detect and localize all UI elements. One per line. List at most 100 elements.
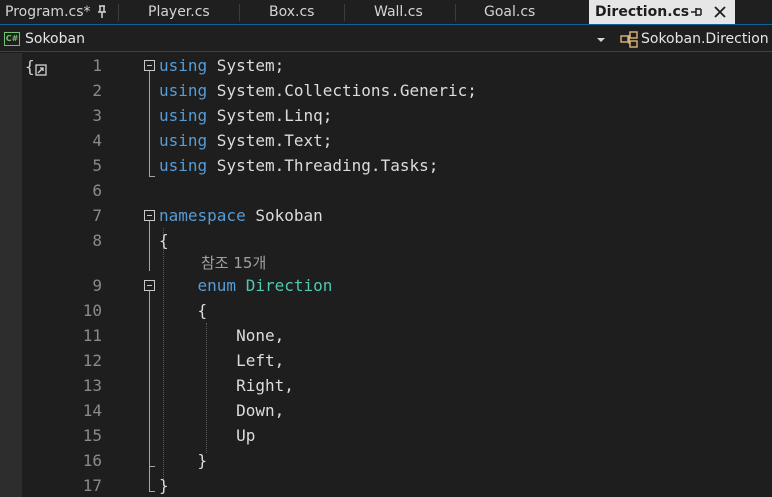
code-line: 4 using System.Text;	[0, 128, 772, 153]
code-line: 11 None,	[0, 323, 772, 348]
code-line: 1 using System;	[0, 53, 772, 78]
plain-token: None,	[159, 326, 285, 345]
line-number: 7	[92, 206, 102, 225]
code-text: {	[159, 298, 208, 323]
line-number: 3	[92, 106, 102, 125]
tab-label: Direction.cs	[595, 4, 690, 20]
code-text: Down,	[159, 398, 284, 423]
line-number: 11	[82, 326, 102, 345]
tab-wall-cs[interactable]: Wall.cs	[345, 0, 455, 24]
plain-token: {	[159, 231, 169, 250]
plain-token: Up	[159, 426, 256, 445]
plain-token: System.Linq;	[207, 106, 333, 125]
tab-program-cs[interactable]: Program.cs*	[0, 0, 118, 24]
code-editor[interactable]: { 1 using System; 2 using System.Collect…	[0, 53, 772, 497]
code-text: using System.Linq;	[159, 103, 332, 128]
code-text: {	[159, 228, 169, 253]
line-number: 6	[92, 181, 102, 200]
code-line: 16 }	[0, 448, 772, 473]
plain-token: {	[159, 301, 208, 320]
tab-label: Box.cs	[269, 4, 315, 20]
line-number: 13	[82, 376, 102, 395]
plain-token: Left,	[159, 351, 285, 370]
csharp-project-icon: C#	[4, 32, 20, 46]
code-line: 9 enum Direction	[0, 273, 772, 298]
code-text: }	[159, 448, 208, 473]
code-text: Up	[159, 423, 255, 448]
plain-token: System;	[207, 56, 285, 75]
tab-goal-cs[interactable]: Goal.cs	[456, 0, 589, 24]
type-token: Direction	[245, 276, 333, 295]
code-text: enum Direction	[159, 273, 333, 298]
member-name: Sokoban.Direction	[641, 31, 769, 47]
code-text: namespace Sokoban	[159, 203, 323, 228]
pin-icon[interactable]	[690, 5, 702, 19]
code-line: 5 using System.Threading.Tasks;	[0, 153, 772, 178]
code-line: 17 }	[0, 473, 772, 497]
line-number: 12	[82, 351, 102, 370]
code-text: Right,	[159, 373, 294, 398]
tab-label: Player.cs	[148, 4, 210, 20]
line-number: 16	[82, 451, 102, 470]
line-number: 15	[82, 426, 102, 445]
code-line: 10 {	[0, 298, 772, 323]
keyword-token: namespace	[159, 206, 246, 225]
keyword-token: using	[159, 81, 208, 100]
line-number: 1	[92, 56, 102, 75]
code-line: 7 namespace Sokoban	[0, 203, 772, 228]
plain-token: System.Text;	[207, 131, 333, 150]
line-number: 14	[82, 401, 102, 420]
tab-direction-cs[interactable]: Direction.cs	[589, 0, 735, 24]
keyword-token: using	[159, 106, 208, 125]
class-icon	[620, 31, 638, 48]
line-number: 2	[92, 81, 102, 100]
code-line: 12 Left,	[0, 348, 772, 373]
plain-token: Right,	[159, 376, 294, 395]
plain-token: System.Threading.Tasks;	[207, 156, 439, 175]
line-number: 4	[92, 131, 102, 150]
chevron-down-icon[interactable]	[596, 36, 606, 44]
tab-label: Program.cs*	[5, 4, 91, 20]
plain-token: Sokoban	[245, 206, 323, 225]
tab-label: Wall.cs	[374, 4, 423, 20]
code-text: using System.Text;	[159, 128, 332, 153]
project-dropdown[interactable]: C# Sokoban	[4, 30, 204, 49]
keyword-token: using	[159, 131, 208, 150]
plain-token: Down,	[159, 401, 285, 420]
navigation-bar: C# Sokoban Sokoban.Direction	[0, 27, 772, 52]
member-dropdown[interactable]: Sokoban.Direction	[620, 30, 770, 49]
plain-token: }	[159, 451, 208, 470]
code-text: using System;	[159, 53, 284, 78]
line-number: 17	[82, 476, 102, 495]
pin-icon[interactable]	[96, 5, 108, 19]
code-line: 8 {	[0, 228, 772, 253]
code-line: 3 using System.Linq;	[0, 103, 772, 128]
keyword-token: using	[159, 56, 208, 75]
document-tab-strip: Program.cs* Player.cs Box.cs Wall.cs Goa…	[0, 0, 772, 25]
keyword-token: using	[159, 156, 208, 175]
code-text: using System.Threading.Tasks;	[159, 153, 438, 178]
project-name: Sokoban	[25, 31, 85, 47]
tab-label: Goal.cs	[484, 4, 536, 20]
plain-token: System.Collections.Generic;	[207, 81, 477, 100]
code-text: Left,	[159, 348, 284, 373]
line-number: 8	[92, 231, 102, 250]
line-number: 5	[92, 156, 102, 175]
code-line: 14 Down,	[0, 398, 772, 423]
code-text: None,	[159, 323, 284, 348]
code-line: 15 Up	[0, 423, 772, 448]
tab-player-cs[interactable]: Player.cs	[119, 0, 239, 24]
keyword-token: enum	[197, 276, 237, 295]
line-number: 9	[92, 276, 102, 295]
plain-token: }	[159, 476, 169, 495]
code-text: using System.Collections.Generic;	[159, 78, 477, 103]
tab-box-cs[interactable]: Box.cs	[240, 0, 344, 24]
code-line: 2 using System.Collections.Generic;	[0, 78, 772, 103]
code-line: 6	[0, 178, 772, 203]
code-line: 13 Right,	[0, 373, 772, 398]
code-text: }	[159, 473, 169, 497]
line-number: 10	[82, 301, 102, 320]
close-icon[interactable]	[713, 5, 727, 19]
